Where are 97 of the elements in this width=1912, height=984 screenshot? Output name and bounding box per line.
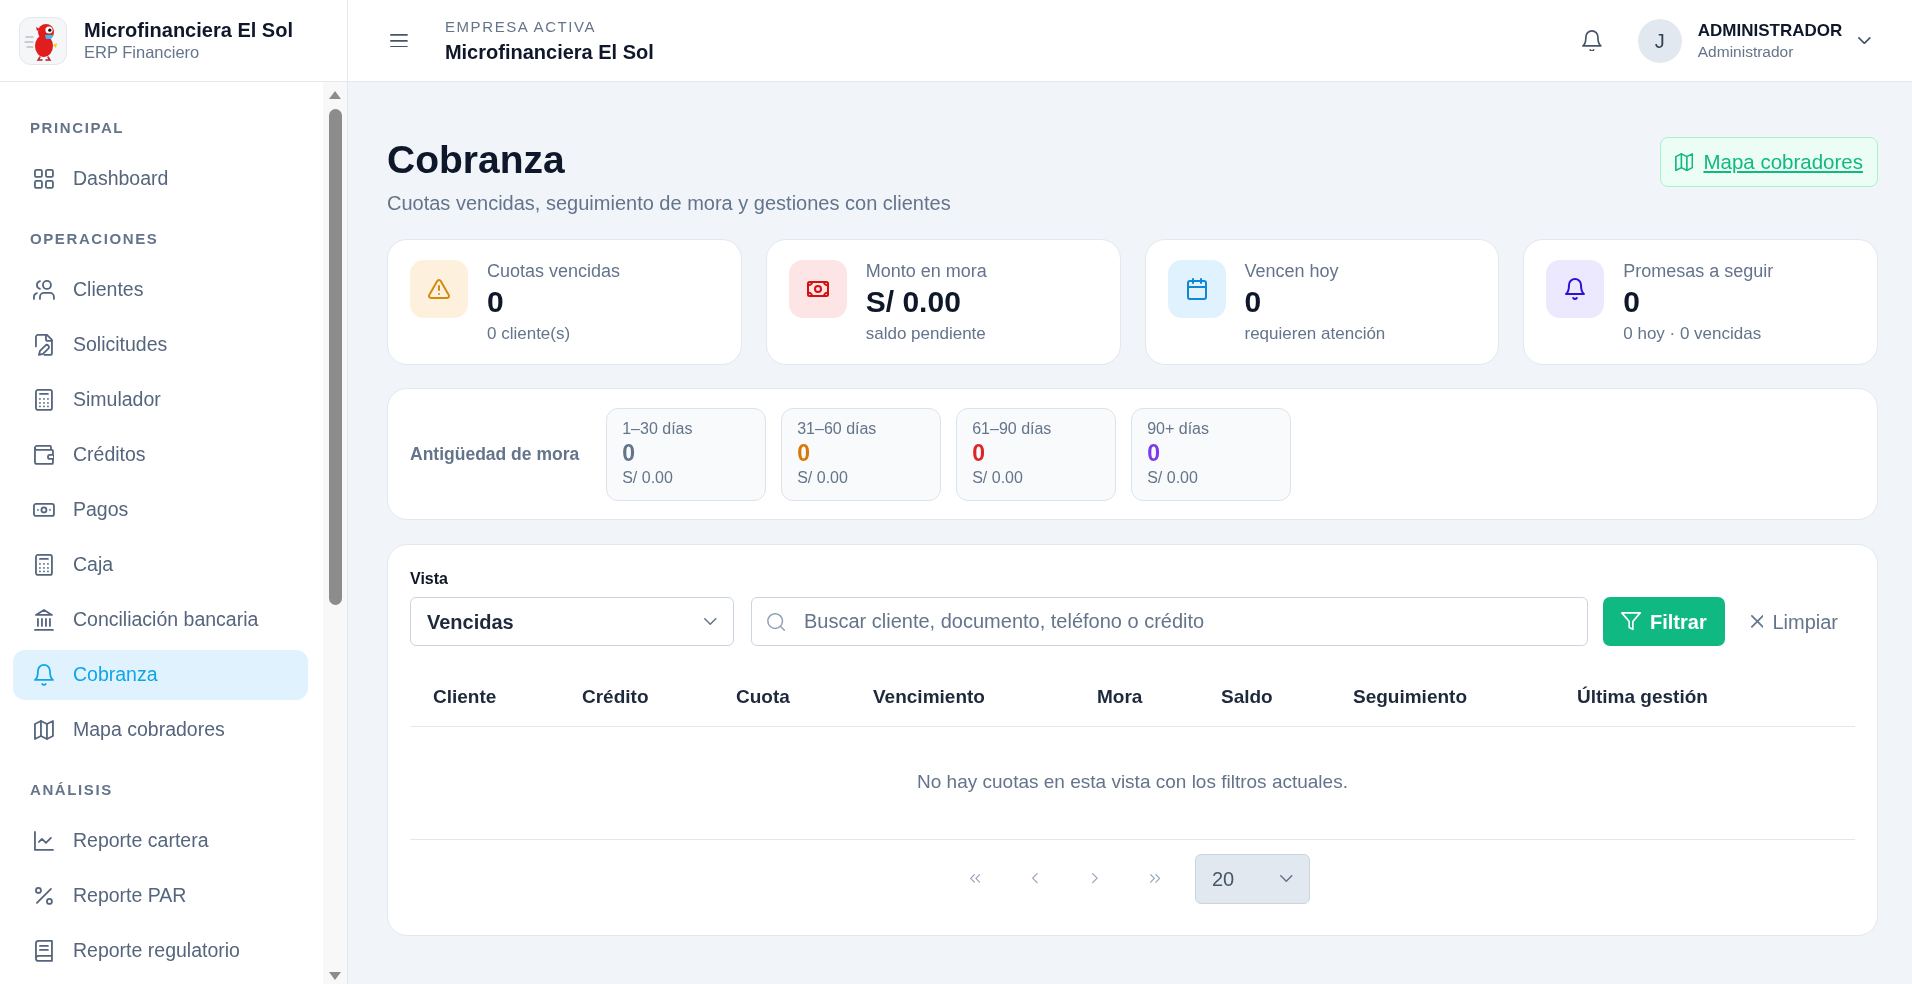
bucket-count: 0 [622, 440, 636, 466]
page-size-select[interactable]: 20 [1195, 853, 1310, 904]
chevron-right-icon [1092, 873, 1098, 884]
banknote-icon [33, 503, 55, 517]
sidebar-item[interactable]: Mapa cobradores [13, 705, 308, 755]
stat-note: 0 hoy · 0 vencidas [1623, 323, 1763, 345]
stat-value: 0 [1244, 284, 1263, 320]
double-chevron-left-icon [969, 874, 981, 883]
scroll-down-arrow-icon[interactable] [329, 972, 341, 980]
menu-button[interactable] [390, 33, 408, 48]
bird-logo-icon [19, 16, 67, 65]
sidebar-item[interactable]: Caja [13, 540, 308, 590]
sidebar-item[interactable]: Pagos [13, 485, 308, 535]
stat-note: requieren atención [1244, 323, 1386, 345]
stat-label: Promesas a seguir [1623, 260, 1774, 282]
company-name: Microfinanciera El Sol [444, 39, 654, 64]
scrollbar[interactable] [323, 82, 347, 984]
stat-label: Vencen hoy [1244, 260, 1340, 282]
user-menu-button[interactable] [1858, 36, 1871, 45]
filter-icon [1620, 612, 1641, 631]
close-icon [1750, 615, 1764, 628]
bucket-amount: S/ 0.00 [797, 468, 849, 488]
stat-label: Cuotas vencidas [487, 260, 621, 282]
bucket-amount: S/ 0.00 [1147, 468, 1199, 488]
search-field[interactable]: Buscar cliente, documento, teléfono o crédito [751, 597, 1588, 646]
user-avatar: J [1637, 18, 1682, 63]
bell-icon [34, 664, 54, 686]
map-icon [34, 720, 54, 740]
column-header: Cuota [713, 668, 850, 726]
column-header: Saldo [1198, 668, 1330, 726]
column-header: Cliente [410, 668, 559, 726]
bucket-amount: S/ 0.00 [622, 468, 674, 488]
chevron-left-icon [1032, 873, 1038, 884]
section-heading: PRINCIPAL [30, 118, 125, 138]
bank-icon [34, 609, 54, 631]
column-header: Crédito [559, 668, 713, 726]
bucket-count: 0 [972, 440, 986, 466]
page-title: Cobranza [387, 137, 566, 183]
column-header: Vencimiento [850, 668, 1074, 726]
map-icon [1675, 152, 1694, 172]
stat-value: 0 [1623, 284, 1641, 320]
user-name: ADMINISTRADOR [1697, 19, 1843, 42]
bucket-count: 0 [797, 440, 811, 466]
chevron-down-icon [1280, 874, 1293, 882]
company-label: EMPRESA ACTIVA [444, 17, 598, 36]
chevron-down-icon [704, 617, 717, 625]
sidebar-item[interactable]: Conciliación bancaria [13, 595, 308, 645]
line-chart-icon [34, 831, 54, 851]
stat-value: S/ 0.00 [865, 284, 962, 320]
sidebar-item[interactable]: Reporte regulatorio [13, 926, 308, 976]
bucket-label: 31–60 días [797, 419, 878, 439]
wallet-icon [33, 445, 55, 465]
search-icon [767, 612, 786, 631]
stat-note: 0 cliente(s) [487, 323, 572, 345]
user-role: Administrador [1697, 41, 1795, 62]
sidebar-item[interactable]: Clientes [13, 265, 308, 315]
users-icon [33, 280, 55, 300]
sidebar-item[interactable]: Simulador [13, 375, 308, 425]
bucket-label: 61–90 días [972, 419, 1053, 439]
stat-value: 0 [487, 284, 505, 320]
book-icon [35, 940, 53, 962]
scrollbar-thumb[interactable] [328, 109, 342, 605]
grid-icon [34, 169, 54, 189]
bucket-amount: S/ 0.00 [972, 468, 1024, 488]
field-label: Vista [410, 569, 448, 589]
double-chevron-right-icon [1149, 874, 1161, 883]
brand-subtitle: ERP Financiero [84, 42, 201, 63]
stat-note: saldo pendiente [865, 323, 987, 345]
bucket-count: 0 [1147, 440, 1161, 466]
empty-message: No hay cuotas en esta vista con los filtros actuales. [917, 771, 1348, 793]
percent-icon [35, 887, 53, 905]
sidebar-item[interactable]: Reporte cartera [13, 816, 308, 866]
sidebar-item[interactable]: Dashboard [13, 154, 308, 204]
section-heading: ANÁLISIS [30, 780, 113, 800]
aging-title: Antigüedad de mora [410, 443, 580, 467]
sidebar-item[interactable]: Solicitudes [13, 320, 308, 370]
bell-icon [1581, 29, 1602, 52]
notifications-button[interactable] [1581, 29, 1602, 52]
column-header: Última gestión [1554, 668, 1855, 726]
scroll-up-arrow-icon[interactable] [329, 91, 341, 99]
chevron-down-icon [1858, 36, 1871, 45]
bucket-label: 1–30 días [622, 419, 694, 439]
stat-label: Monto en mora [865, 260, 987, 282]
menu-icon [390, 33, 408, 48]
brand-name: Microfinanciera El Sol [84, 18, 293, 42]
calculator-icon [35, 554, 53, 576]
column-header: Mora [1074, 668, 1198, 726]
sidebar-item[interactable]: Reporte PAR [13, 871, 308, 921]
bucket-label: 90+ días [1147, 419, 1210, 439]
sidebar-item[interactable]: Créditos [13, 430, 308, 480]
calculator-icon [35, 389, 53, 411]
column-header: Seguimiento [1330, 668, 1554, 726]
section-heading: OPERACIONES [30, 229, 159, 249]
clear-button[interactable]: Limpiar [1738, 597, 1855, 646]
page-subtitle: Cuotas vencidas, seguimiento de mora y gestiones con clientes [387, 191, 951, 215]
document-pen-icon [35, 334, 53, 356]
view-select[interactable]: Vencidas [410, 597, 734, 646]
